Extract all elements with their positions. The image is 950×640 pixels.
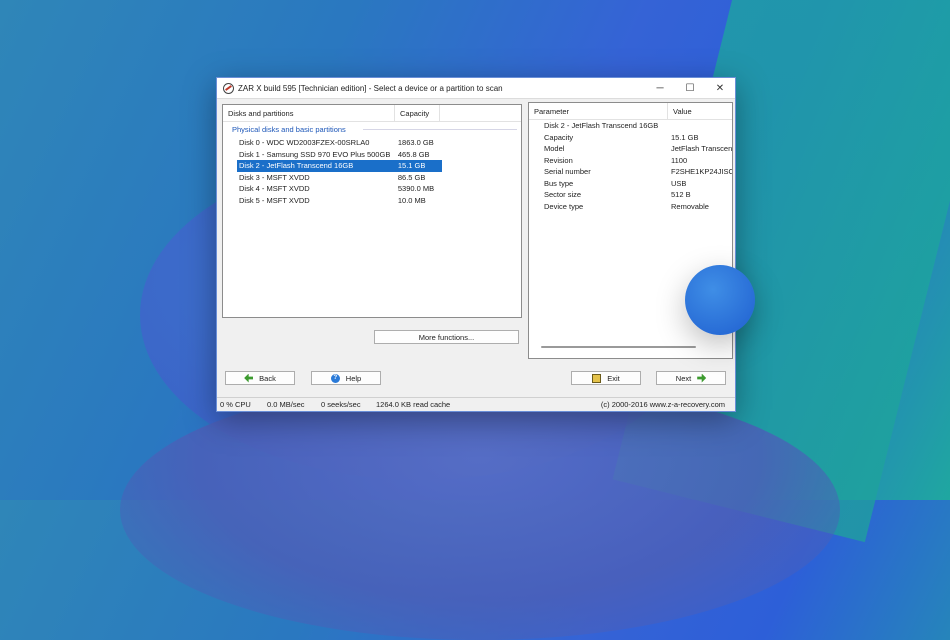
horizontal-scrollbar[interactable] bbox=[541, 346, 696, 348]
close-button[interactable]: ✕ bbox=[705, 78, 735, 98]
back-label: Back bbox=[259, 373, 276, 383]
title-bar[interactable]: ZAR X build 595 [Technician edition] - S… bbox=[217, 78, 735, 99]
disk-capacity: 1863.0 GB bbox=[397, 138, 434, 148]
disk-name: Disk 4 - MSFT XVDD bbox=[239, 184, 310, 194]
disk-name: Disk 3 - MSFT XVDD bbox=[239, 172, 310, 182]
exit-button[interactable]: Exit bbox=[571, 371, 641, 385]
property-row: Revision 1100 bbox=[529, 155, 732, 167]
disk-name: Disk 5 - MSFT XVDD bbox=[239, 195, 310, 205]
property-value: 512 B bbox=[671, 190, 691, 200]
disk-row[interactable]: Disk 0 - WDC WD2003FZEX-00SRLA0 1863.0 GB bbox=[237, 137, 442, 149]
disk-capacity: 465.8 GB bbox=[397, 149, 430, 159]
next-label: Next bbox=[675, 373, 692, 383]
background-shape bbox=[120, 380, 840, 640]
disk-capacity: 15.1 GB bbox=[397, 161, 426, 171]
disk-row[interactable]: Disk 5 - MSFT XVDD 10.0 MB bbox=[237, 195, 442, 207]
property-name: Sector size bbox=[544, 190, 582, 200]
property-value: 1100 bbox=[671, 155, 688, 165]
property-name: Model bbox=[544, 144, 565, 154]
property-value: 15.1 GB bbox=[671, 132, 699, 142]
disk-row[interactable]: Disk 2 - JetFlash Transcend 16GB 15.1 GB bbox=[237, 160, 442, 172]
device-title: Disk 2 - JetFlash Transcend 16GB bbox=[544, 121, 659, 131]
disk-row[interactable]: Disk 1 - Samsung SSD 970 EVO Plus 500GB 4… bbox=[237, 149, 442, 161]
app-icon bbox=[223, 82, 234, 94]
seeks-status: 0 seeks/sec bbox=[321, 400, 361, 409]
help-button[interactable]: ? Help bbox=[311, 371, 381, 385]
minimize-button[interactable]: ─ bbox=[645, 78, 675, 98]
decorative-sphere bbox=[685, 265, 755, 335]
disk-capacity: 86.5 GB bbox=[397, 172, 426, 182]
copyright-text: (c) 2000-2016 www.z-a-recovery.com bbox=[600, 400, 725, 409]
exit-label: Exit bbox=[607, 373, 620, 383]
cache-status: 1264.0 KB read cache bbox=[376, 400, 451, 409]
next-button[interactable]: Next bbox=[656, 371, 726, 385]
cpu-status: 0 % CPU bbox=[220, 400, 251, 409]
disks-list[interactable]: Disks and partitions Capacity Physical d… bbox=[222, 104, 522, 318]
property-name: Serial number bbox=[544, 167, 591, 177]
back-arrow-icon bbox=[244, 373, 254, 383]
property-value: F2SHE1KP24JISO bbox=[671, 167, 732, 177]
speed-status: 0.0 MB/sec bbox=[267, 400, 305, 409]
list-header: Disks and partitions Capacity bbox=[223, 105, 521, 122]
property-value: USB bbox=[671, 178, 687, 188]
property-row: Capacity 15.1 GB bbox=[529, 132, 732, 144]
app-window: ZAR X build 595 [Technician edition] - S… bbox=[216, 77, 736, 412]
group-divider bbox=[363, 129, 517, 130]
property-value: JetFlash Transcend bbox=[671, 144, 732, 154]
maximize-button[interactable]: ☐ bbox=[675, 78, 705, 98]
more-functions-button[interactable]: More functions... bbox=[374, 330, 519, 344]
help-label: Help bbox=[345, 373, 362, 383]
disk-capacity: 5390.0 MB bbox=[397, 184, 435, 194]
back-button[interactable]: Back bbox=[225, 371, 295, 385]
status-bar: 0 % CPU 0.0 MB/sec 0 seeks/sec 1264.0 KB… bbox=[217, 397, 735, 411]
disk-name: Disk 2 - JetFlash Transcend 16GB bbox=[239, 161, 354, 171]
props-header: Parameter Value bbox=[529, 103, 732, 120]
next-arrow-icon bbox=[697, 373, 707, 383]
disk-row[interactable]: Disk 3 - MSFT XVDD 86.5 GB bbox=[237, 172, 442, 184]
col-header-capacity[interactable]: Capacity bbox=[395, 105, 440, 121]
property-row: Sector size 512 B bbox=[529, 189, 732, 201]
help-icon: ? bbox=[330, 373, 340, 383]
property-name: Capacity bbox=[544, 132, 574, 142]
col-header-disks[interactable]: Disks and partitions bbox=[223, 105, 395, 121]
col-header-value[interactable]: Value bbox=[668, 103, 732, 119]
disk-row[interactable]: Disk 4 - MSFT XVDD 5390.0 MB bbox=[237, 183, 442, 195]
property-name: Bus type bbox=[544, 178, 574, 188]
device-title-row: Disk 2 - JetFlash Transcend 16GB bbox=[529, 120, 732, 132]
disk-name: Disk 1 - Samsung SSD 970 EVO Plus 500GB bbox=[239, 149, 391, 159]
property-row: Model JetFlash Transcend bbox=[529, 143, 732, 155]
disk-name: Disk 0 - WDC WD2003FZEX-00SRLA0 bbox=[239, 138, 370, 148]
property-row: Device type Removable bbox=[529, 201, 732, 213]
group-label: Physical disks and basic partitions bbox=[232, 125, 346, 134]
exit-door-icon bbox=[592, 373, 602, 383]
disk-capacity: 10.0 MB bbox=[397, 195, 426, 205]
property-value: Removable bbox=[671, 201, 709, 211]
col-header-parameter[interactable]: Parameter bbox=[529, 103, 668, 119]
property-row: Bus type USB bbox=[529, 178, 732, 190]
property-row: Serial number F2SHE1KP24JISO bbox=[529, 166, 732, 178]
window-title: ZAR X build 595 [Technician edition] - S… bbox=[238, 83, 503, 93]
property-name: Revision bbox=[544, 155, 573, 165]
property-name: Device type bbox=[544, 201, 584, 211]
